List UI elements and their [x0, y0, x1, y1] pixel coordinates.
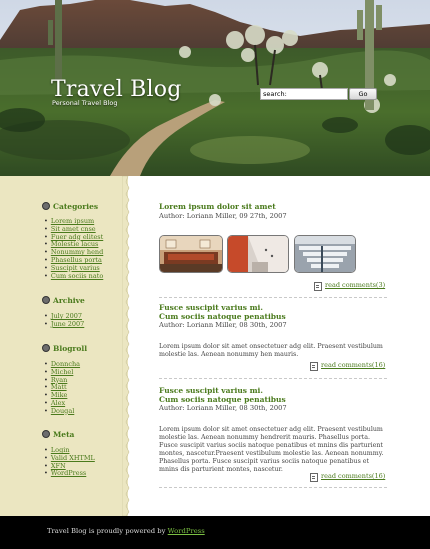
page: Travel Blog Personal Travel Blog search:…	[0, 0, 430, 549]
post-thumbnail[interactable]	[227, 235, 289, 273]
interior-photo	[228, 236, 288, 272]
stairs-photo	[295, 236, 355, 272]
categories-list: Lorem ipsum Sit amet cnse Fuer adg elite…	[44, 217, 103, 281]
bullet-icon	[42, 202, 50, 210]
archive-link[interactable]: June 2007	[44, 320, 84, 329]
post-title[interactable]: Fusce suscipit varius mi. Cum sociis nat…	[159, 303, 286, 321]
blogroll-link[interactable]: Dougal	[44, 407, 80, 416]
search-input[interactable]: search:	[260, 88, 348, 100]
read-comments-link[interactable]: read comments(16)	[321, 472, 385, 480]
blogroll-list: Donncha Michel Ryan Matt Mike Alex Douga…	[44, 360, 80, 416]
post-meta: Author: Loriann Miller, 09 27th, 2007	[159, 212, 287, 220]
post-meta: Author: Loriann Miller, 08 30th, 2007	[159, 404, 287, 412]
post-excerpt: Lorem ipsum dolor sit amet onsectetuer a…	[159, 343, 383, 358]
bullet-icon	[42, 430, 50, 438]
post-divider	[159, 297, 387, 298]
bedroom-photo	[160, 236, 222, 272]
post-divider	[159, 487, 387, 488]
archive-list: July 2007 June 2007	[44, 312, 84, 329]
blogroll-title: Blogroll	[42, 344, 87, 353]
post-thumbnail[interactable]	[159, 235, 223, 273]
read-comments-link[interactable]: read comments(16)	[321, 361, 385, 369]
meta-list: Login Valid XHTML XFN WordPress	[44, 446, 95, 478]
comment-icon	[314, 282, 322, 291]
category-link[interactable]: Cum sociis nato	[44, 272, 103, 281]
post-title[interactable]: Fusce suscipit varius mi. Cum sociis nat…	[159, 386, 286, 404]
read-comments-link[interactable]: read comments(3)	[325, 281, 385, 289]
bullet-icon	[42, 344, 50, 352]
post-title[interactable]: Lorem ipsum dolor sit amet	[159, 202, 276, 212]
post-excerpt: Lorem ipsum dolor sit amet onsectetuer a…	[159, 426, 384, 473]
sidebar-torn-edge	[122, 176, 130, 516]
post-divider	[159, 378, 387, 379]
bullet-icon	[42, 296, 50, 304]
wordpress-link[interactable]: WordPress	[168, 527, 205, 535]
categories-title: Categories	[42, 202, 98, 211]
archive-title: Archive	[42, 296, 85, 305]
search-go-button[interactable]: Go	[349, 88, 377, 100]
site-tagline: Personal Travel Blog	[52, 99, 118, 107]
comment-icon	[310, 473, 318, 482]
footer-credit: Travel Blog is proudly powered by WordPr…	[47, 527, 205, 535]
meta-title: Meta	[42, 430, 74, 439]
header-banner: Travel Blog Personal Travel Blog search:…	[0, 0, 430, 176]
meta-link[interactable]: WordPress	[44, 469, 95, 478]
comment-icon	[310, 362, 318, 371]
post-meta: Author: Loriann Miller, 08 30th, 2007	[159, 321, 287, 329]
post-thumbnail[interactable]	[294, 235, 356, 273]
